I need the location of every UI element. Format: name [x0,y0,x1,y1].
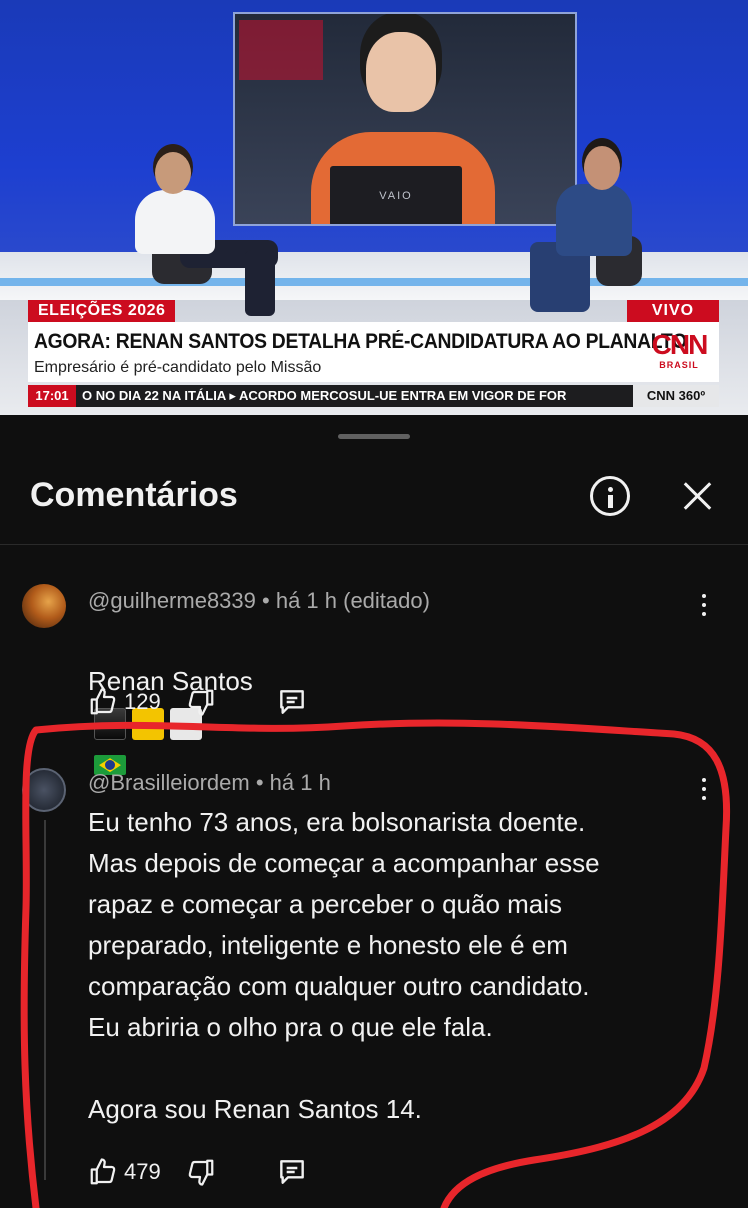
lower-third-headline: AGORA: RENAN SANTOS DETALHA PRÉ-CANDIDAT… [34,330,687,353]
comment-author[interactable]: @guilherme8339 [88,588,256,613]
ticker-text: O NO DIA 22 NA ITÁLIA ▸ ACORDO MERCOSUL-… [82,388,567,403]
comment-time: há 1 h [275,588,337,613]
guest-body [135,190,215,254]
election-tag: ELEIÇÕES 2026 [28,300,176,322]
ticker-time: 17:01 [28,385,76,407]
info-icon[interactable] [590,476,630,516]
divider [0,544,748,545]
thread-line [44,820,46,1180]
host-body [556,184,632,256]
thumbs-down-icon [188,1159,214,1186]
thumbs-down-icon [188,689,214,716]
host-head [584,146,620,190]
like-count: 479 [124,1159,161,1184]
live-badge: VIVO [627,300,719,322]
guest-legs-lower [245,250,275,316]
more-options-icon[interactable] [700,776,708,802]
avatar[interactable] [22,768,66,812]
avatar[interactable] [22,584,66,628]
anchor-head [366,32,436,112]
comment-actions: 129 [88,686,348,718]
thumbs-up-icon [90,688,116,715]
guest-head [155,152,191,194]
news-ticker: 17:01 O NO DIA 22 NA ITÁLIA ▸ ACORDO MER… [28,385,719,407]
dislike-button[interactable] [186,686,216,718]
reply-comment-icon [280,690,304,714]
laptop: VAIO [330,166,462,224]
close-icon[interactable] [680,478,716,514]
lower-third-subtitle: Empresário é pré-candidato pelo Missão [34,359,322,376]
cnn-logo-sub: BRASIL [659,360,699,370]
comment-text: Eu tenho 73 anos, era bolsonarista doent… [88,807,600,1124]
reply-button[interactable] [276,686,308,718]
comment-author[interactable]: @Brasilleiordem [88,770,250,795]
studio-screen: VAIO [233,12,577,226]
ticker-badge: CNN 360º [633,385,719,407]
comment-meta: @guilherme8339 • há 1 h (editado) [88,588,430,613]
laptop-brand: VAIO [379,190,413,202]
sheet-title: Comentários [30,476,238,514]
more-options-icon[interactable] [700,592,708,618]
comment-meta: @Brasilleiordem • há 1 h [88,770,331,795]
video-player[interactable]: VAIO ELEIÇÕES 2026 VIVO AGORA: RENAN SAN… [0,0,748,415]
comment-edited: (editado) [343,588,430,613]
drag-handle[interactable] [338,434,410,439]
like-button[interactable]: 479 [88,1156,161,1188]
comments-sheet: Comentários @guilherme8339 • há 1 h (edi… [0,418,748,1208]
thumbs-up-icon [90,1158,116,1185]
reply-button[interactable] [276,1156,308,1188]
dislike-button[interactable] [186,1156,216,1188]
comment-actions: 479 [88,1156,348,1188]
like-button[interactable]: 129 [88,686,161,718]
comment-time: há 1 h [269,770,331,795]
cnn-logo-mark: CNN [651,329,709,360]
like-count: 129 [124,689,161,714]
cnn-wall-logo [239,20,323,80]
reply-comment-icon [280,1160,304,1184]
cnn-brasil-logo: CNN BRASIL [644,329,714,371]
